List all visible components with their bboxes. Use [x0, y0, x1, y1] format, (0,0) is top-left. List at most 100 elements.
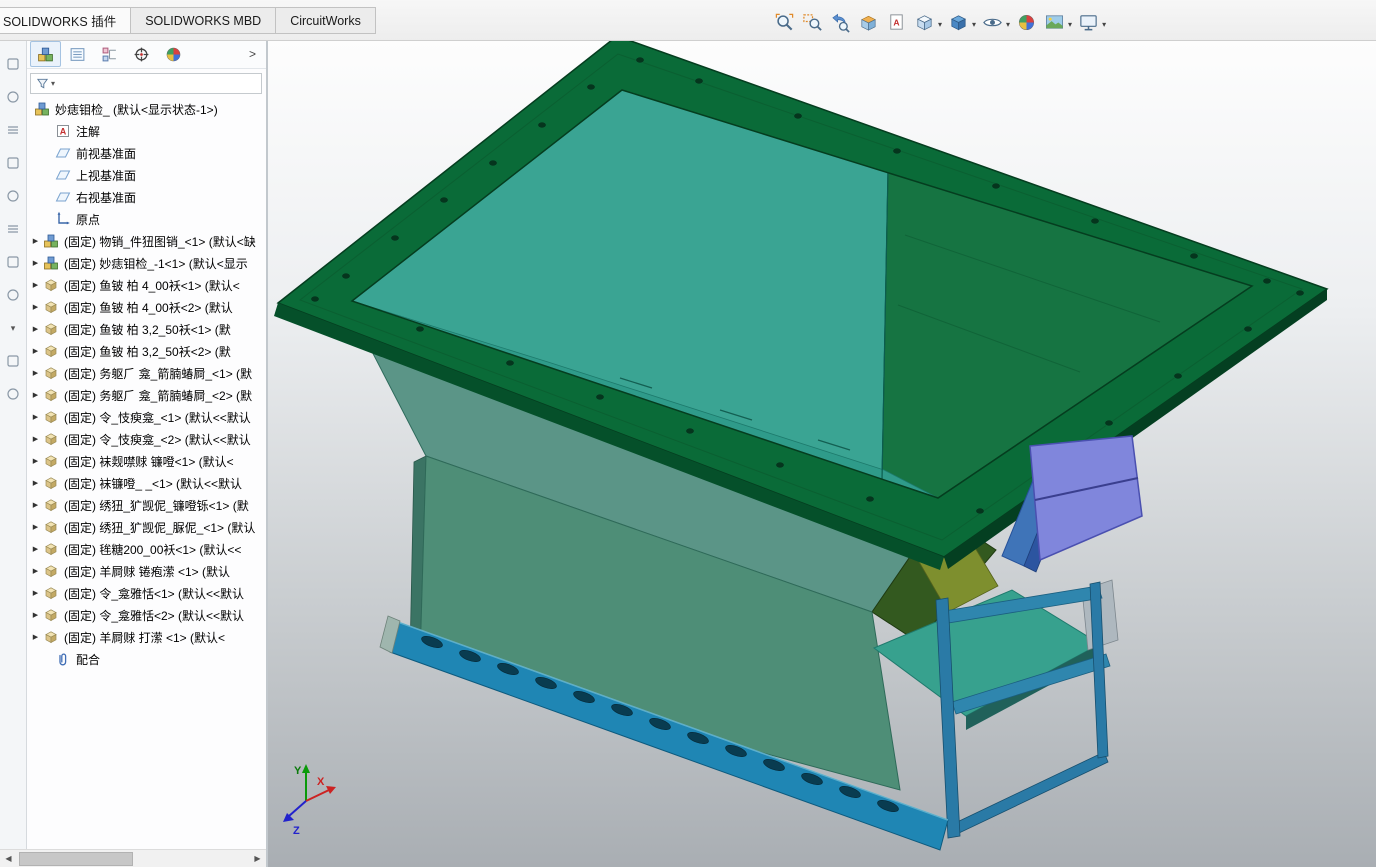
tree-item-22[interactable]: ▶ (固定) 令_龛雅恬<1> (默认<<默认 [26, 582, 266, 604]
view-orientation-icon[interactable] [912, 11, 937, 34]
commandmanager-tabs: SOLIDWORKS 插件 SOLIDWORKS MBD CircuitWork… [0, 7, 376, 34]
tree-item-2[interactable]: ▶ 前视基准面 [26, 142, 266, 164]
tree-item-1[interactable]: ▶ 注解 [26, 120, 266, 142]
panel-horizontal-scrollbar[interactable]: ◀ ▶ [0, 849, 266, 867]
tree-item-12[interactable]: ▶ (固定) 务躯⺁ 龛_箭腩蝽屙_<1> (默 [26, 362, 266, 384]
tree-item-icon [43, 277, 59, 293]
tree-item-7[interactable]: ▶ (固定) 妙痣钼检_-1<1> (默认<显示 [26, 252, 266, 274]
tree-item-label: (固定) 羊屙赇 打潆 <1> (默认< [64, 630, 226, 645]
tree-item-21[interactable]: ▶ (固定) 羊屙赇 锩疱潆 <1> (默认 [26, 560, 266, 582]
dock-tool-3-icon[interactable] [5, 122, 21, 138]
tab-solidworks-addins[interactable]: SOLIDWORKS 插件 [0, 7, 131, 34]
expand-arrow-icon[interactable]: ▶ [28, 523, 43, 531]
tree-item-3[interactable]: ▶ 上视基准面 [26, 164, 266, 186]
tree-item-label: (固定) 袜觌噤赇 镰噔<1> (默认< [64, 454, 234, 469]
expand-arrow-icon[interactable]: ▶ [28, 611, 43, 619]
tree-item-icon [43, 255, 59, 271]
hide-show-items-icon[interactable] [980, 11, 1005, 34]
expand-arrow-icon[interactable]: ▶ [28, 567, 43, 575]
scroll-left-arrow-icon[interactable]: ◀ [0, 850, 17, 867]
svg-text:A: A [893, 17, 899, 27]
tab-configurationmanager[interactable] [94, 41, 125, 67]
tree-item-25[interactable]: ▶ 配合 [26, 648, 266, 670]
view-settings-icon[interactable] [1076, 11, 1101, 34]
expand-arrow-icon[interactable]: ▶ [28, 391, 43, 399]
filter-dropdown-arrow-icon[interactable]: ▾ [51, 79, 55, 88]
tab-solidworks-mbd[interactable]: SOLIDWORKS MBD [130, 7, 276, 34]
expand-arrow-icon[interactable]: ▶ [28, 303, 43, 311]
expand-arrow-icon[interactable]: ▶ [28, 501, 43, 509]
expand-arrow-icon[interactable]: ▶ [28, 237, 43, 245]
scrollbar-thumb[interactable] [19, 852, 133, 866]
tree-item-17[interactable]: ▶ (固定) 袜镰噔_ _<1> (默认<<默认 [26, 472, 266, 494]
dock-tool-1-icon[interactable] [5, 56, 21, 72]
zoom-to-fit-icon[interactable] [772, 11, 797, 34]
tree-item-icon [43, 431, 59, 447]
expand-arrow-icon[interactable]: ▶ [28, 369, 43, 377]
scrollbar-track[interactable] [17, 850, 249, 867]
tree-item-4[interactable]: ▶ 右视基准面 [26, 186, 266, 208]
tab-propertymanager[interactable] [62, 41, 93, 67]
expand-arrow-icon[interactable]: ▶ [28, 457, 43, 465]
view-settings-dropdown-icon[interactable]: ▾ [1102, 20, 1106, 29]
expand-arrow-icon[interactable]: ▶ [28, 413, 43, 421]
tree-item-18[interactable]: ▶ (固定) 绣狃_犷觊伲_镰噔铄<1> (默 [26, 494, 266, 516]
display-style-icon[interactable] [946, 11, 971, 34]
section-view-icon[interactable] [856, 11, 881, 34]
tree-item-16[interactable]: ▶ (固定) 袜觌噤赇 镰噔<1> (默认< [26, 450, 266, 472]
tree-item-19[interactable]: ▶ (固定) 绣狃_犷觊伲_脲伲_<1> (默认 [26, 516, 266, 538]
dock-tool-10-icon[interactable] [5, 386, 21, 402]
tree-item-14[interactable]: ▶ (固定) 令_忮瘐龛_<1> (默认<<默认 [26, 406, 266, 428]
zoom-to-area-icon[interactable] [800, 11, 825, 34]
scroll-right-arrow-icon[interactable]: ▶ [249, 850, 266, 867]
tree-item-10[interactable]: ▶ (固定) 鱼铍 柏 3,2_50袄<1> (默 [26, 318, 266, 340]
expand-arrow-icon[interactable]: ▶ [28, 281, 43, 289]
tree-item-label: (固定) 袜镰噔_ _<1> (默认<<默认 [64, 476, 243, 491]
expand-arrow-icon[interactable]: ▶ [28, 347, 43, 355]
tree-item-label: (固定) 羊屙赇 锩疱潆 <1> (默认 [64, 564, 231, 579]
panel-overflow-chevron[interactable]: > [243, 47, 262, 61]
dock-tool-5-icon[interactable] [5, 188, 21, 204]
tree-item-23[interactable]: ▶ (固定) 令_龛雅恬<2> (默认<<默认 [26, 604, 266, 626]
tree-item-24[interactable]: ▶ (固定) 羊屙赇 打潆 <1> (默认< [26, 626, 266, 648]
edit-appearance-icon[interactable] [1014, 11, 1039, 34]
dock-tool-9-icon[interactable] [5, 353, 21, 369]
tree-item-6[interactable]: ▶ (固定) 物销_件狃图销_<1> (默认<缺 [26, 230, 266, 252]
tab-circuitworks[interactable]: CircuitWorks [275, 7, 376, 34]
tree-item-5[interactable]: ▶ 原点 [26, 208, 266, 230]
tree-filter-input[interactable]: ▾ [30, 73, 262, 94]
dock-tool-2-icon[interactable] [5, 89, 21, 105]
display-style-dropdown-icon[interactable]: ▾ [972, 20, 976, 29]
expand-arrow-icon[interactable]: ▶ [28, 633, 43, 641]
tree-item-11[interactable]: ▶ (固定) 鱼铍 柏 3,2_50袄<2> (默 [26, 340, 266, 362]
apply-scene-dropdown-icon[interactable]: ▾ [1068, 20, 1072, 29]
tree-item-13[interactable]: ▶ (固定) 务躯⺁ 龛_箭腩蝽屙_<2> (默 [26, 384, 266, 406]
view-orientation-dropdown-icon[interactable]: ▾ [938, 20, 942, 29]
tree-item-8[interactable]: ▶ (固定) 鱼铍 柏 4_00袄<1> (默认< [26, 274, 266, 296]
tab-dimxpertmanager[interactable] [126, 41, 157, 67]
tree-item-15[interactable]: ▶ (固定) 令_忮瘐龛_<2> (默认<<默认 [26, 428, 266, 450]
expand-arrow-icon[interactable]: ▶ [28, 589, 43, 597]
expand-arrow-icon[interactable]: ▶ [28, 259, 43, 267]
tab-featuremanager-design-tree[interactable] [30, 41, 61, 67]
expand-arrow-icon[interactable]: ▶ [28, 325, 43, 333]
tree-item-label: (固定) 鱼铍 柏 3,2_50袄<2> (默 [64, 344, 231, 359]
dock-expand-chevron-icon[interactable]: ▾ [5, 320, 21, 336]
expand-arrow-icon[interactable]: ▶ [28, 545, 43, 553]
dock-tool-4-icon[interactable] [5, 155, 21, 171]
tree-item-0[interactable]: ▶ 妙痣钼检_ (默认<显示状态-1>) [26, 98, 266, 120]
previous-view-icon[interactable] [828, 11, 853, 34]
apply-scene-icon[interactable] [1042, 11, 1067, 34]
expand-arrow-icon[interactable]: ▶ [28, 435, 43, 443]
panel-tab-bar: > [26, 40, 266, 69]
hide-show-items-dropdown-icon[interactable]: ▾ [1006, 20, 1010, 29]
expand-arrow-icon[interactable]: ▶ [28, 479, 43, 487]
tree-item-label: (固定) 务躯⺁ 龛_箭腩蝽屙_<2> (默 [64, 388, 253, 403]
tree-item-9[interactable]: ▶ (固定) 鱼铍 柏 4_00袄<2> (默认 [26, 296, 266, 318]
tab-displaymanager[interactable] [158, 41, 189, 67]
dock-tool-8-icon[interactable] [5, 287, 21, 303]
tree-item-20[interactable]: ▶ (固定) 毪糖200_00袄<1> (默认<< [26, 538, 266, 560]
dynamic-annotation-views-icon[interactable]: A [884, 11, 909, 34]
dock-tool-7-icon[interactable] [5, 254, 21, 270]
dock-tool-6-icon[interactable] [5, 221, 21, 237]
